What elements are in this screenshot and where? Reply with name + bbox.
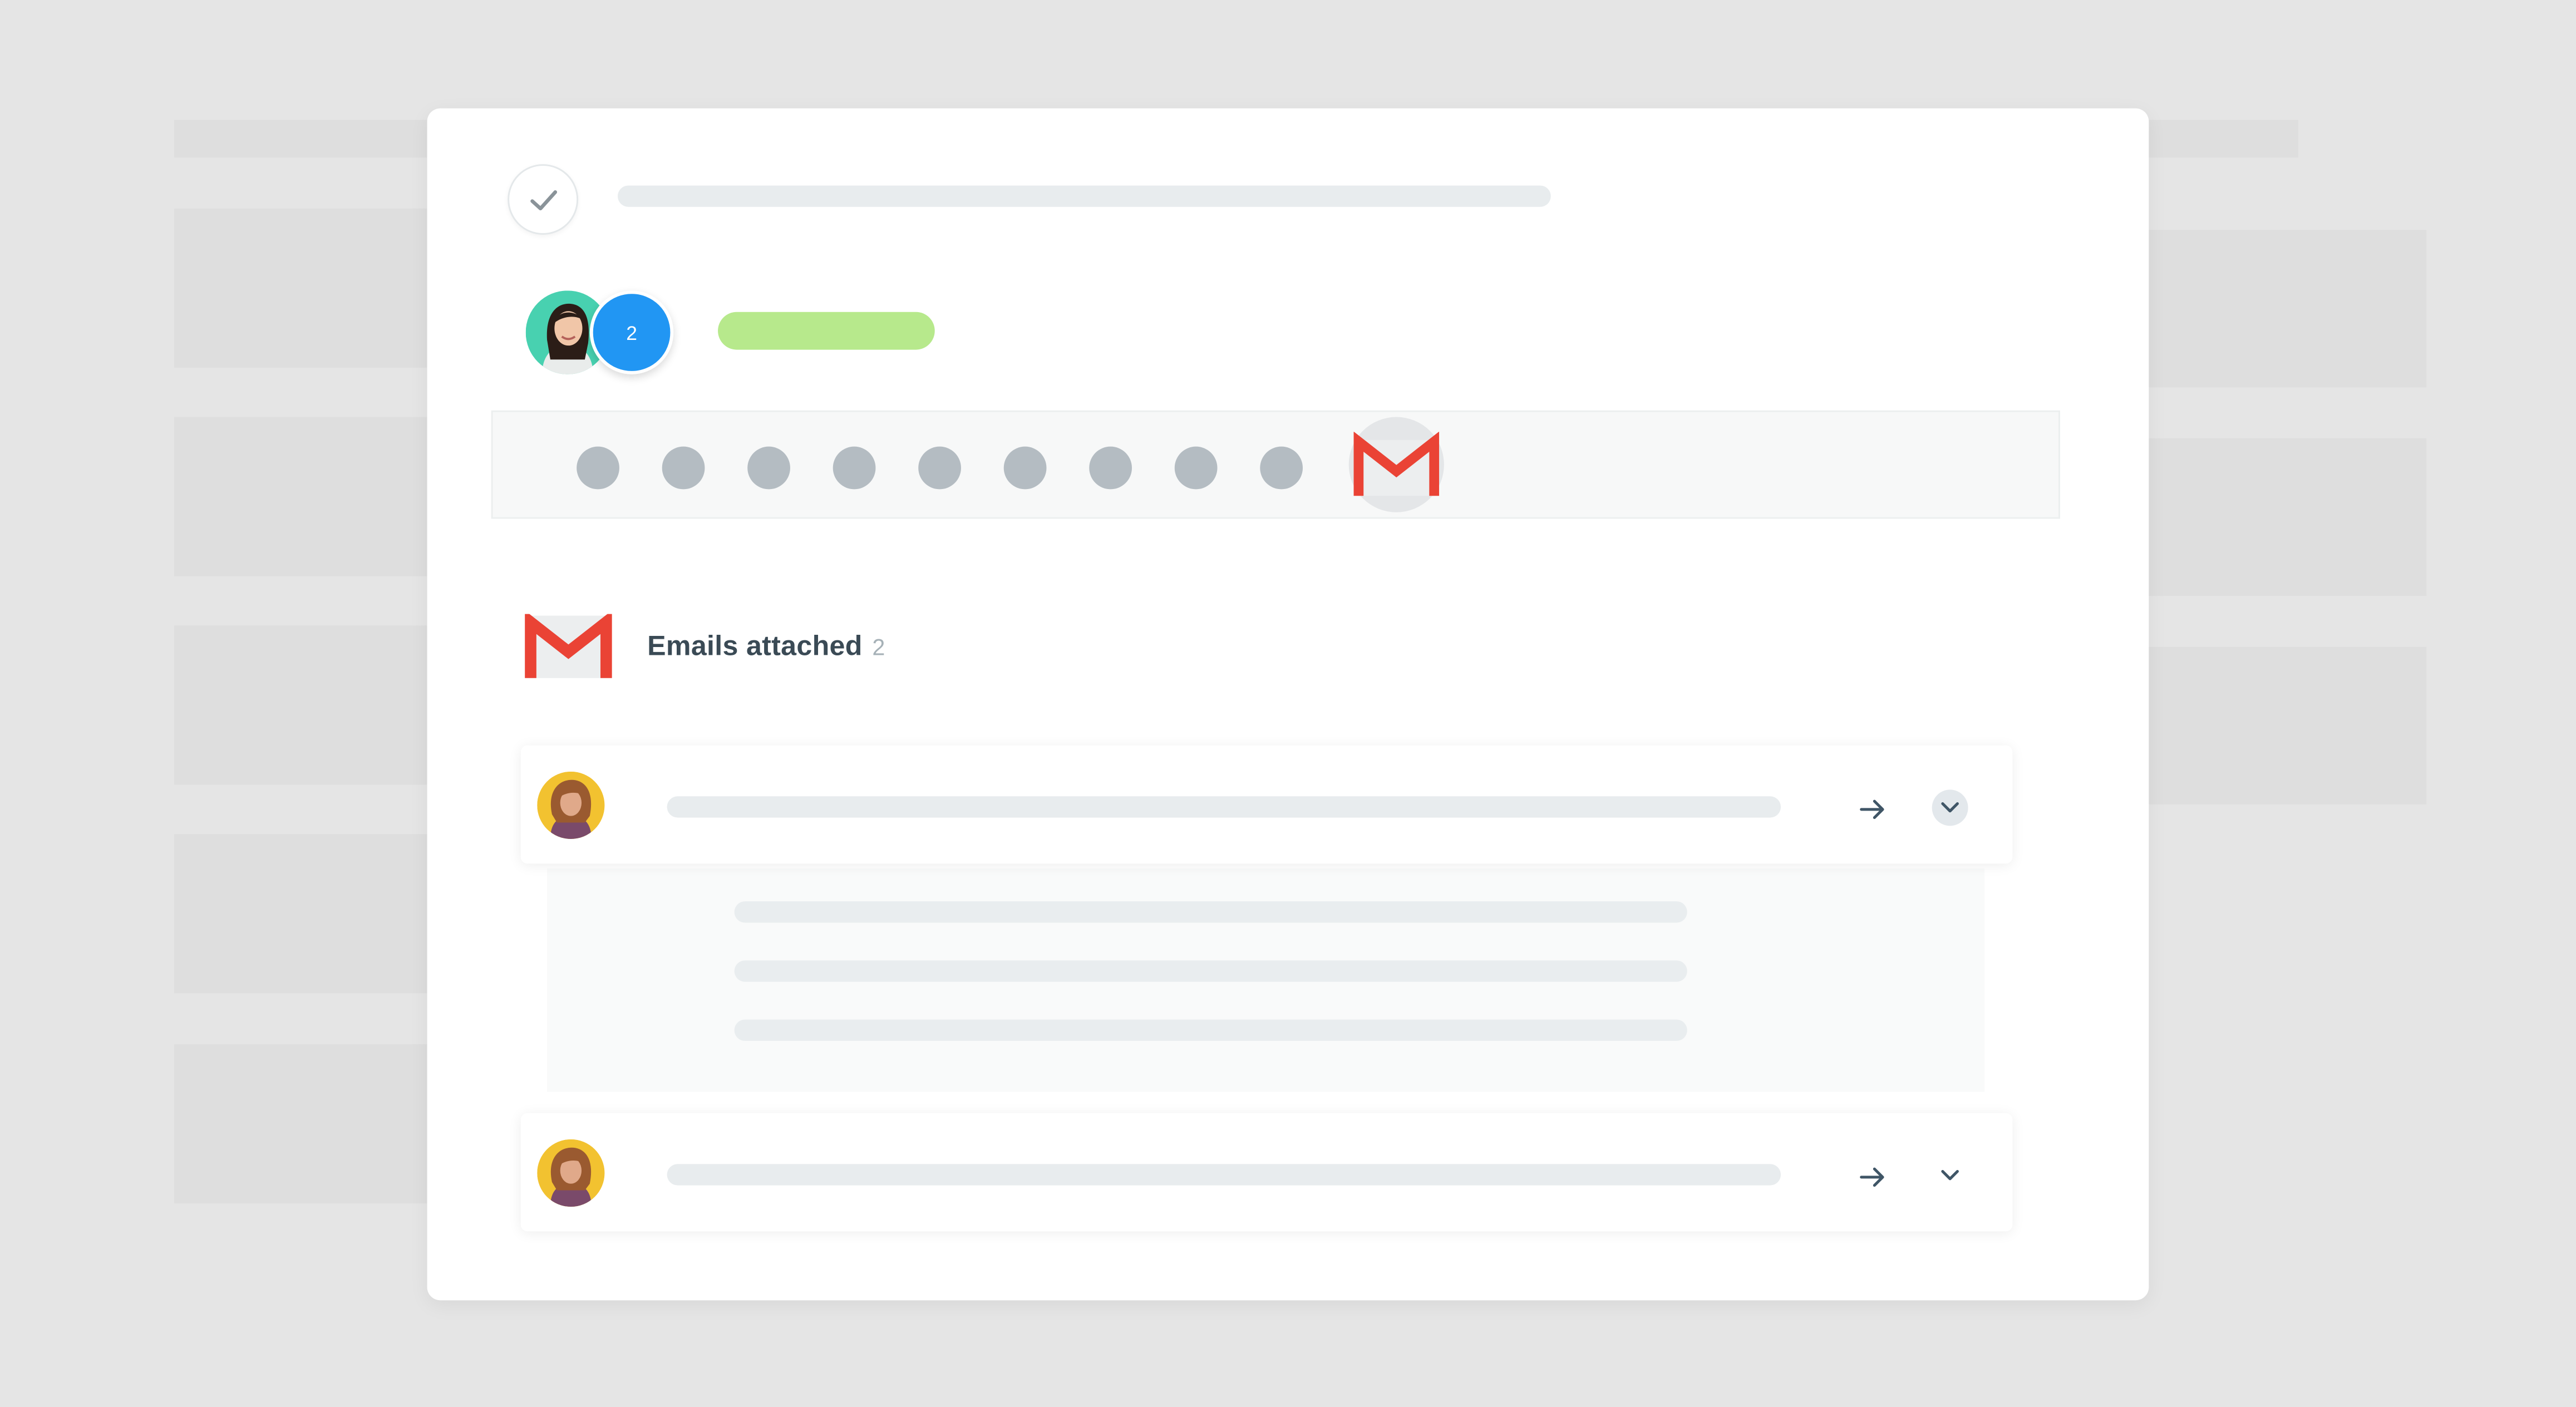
timeline-dot[interactable] (1003, 446, 1047, 490)
collapse-email-button[interactable] (1932, 789, 1968, 826)
extra-participants-count: 2 (626, 320, 637, 344)
chevron-down-icon (1941, 1170, 1959, 1181)
email-item[interactable] (520, 1113, 2013, 1232)
task-detail-card: 2 Emails attached 2 (427, 108, 2149, 1301)
open-email-button[interactable] (1855, 1159, 1891, 1195)
timeline-dot[interactable] (1174, 446, 1218, 490)
open-email-button[interactable] (1855, 791, 1891, 827)
status-pill-placeholder (718, 312, 935, 350)
timeline-gmail-item[interactable] (1348, 417, 1444, 512)
complete-task-button[interactable] (508, 164, 579, 235)
email-subject-placeholder (667, 796, 1781, 818)
background-row-left (174, 834, 437, 994)
email-body-line-placeholder (734, 960, 1687, 982)
timeline-dot[interactable] (577, 446, 619, 490)
sender-avatar (537, 1139, 605, 1207)
timeline-dot[interactable] (833, 446, 876, 490)
background-row-right (2135, 646, 2427, 804)
expand-email-button[interactable] (1932, 1157, 1968, 1193)
email-body-line-placeholder (734, 1019, 1687, 1041)
activity-timeline (491, 410, 2060, 519)
email-body-preview (547, 868, 1985, 1092)
email-body-line-placeholder (734, 901, 1687, 923)
chevron-down-icon (1941, 802, 1959, 813)
email-subject-placeholder (667, 1164, 1781, 1186)
timeline-dot[interactable] (1089, 446, 1132, 490)
arrow-right-icon (1860, 799, 1884, 819)
checkmark-icon (529, 189, 556, 210)
timeline-dot[interactable] (747, 446, 790, 490)
person-photo-icon (537, 771, 605, 839)
emails-attached-header: Emails attached 2 (524, 611, 885, 683)
background-row-left (174, 417, 437, 576)
gmail-icon (1353, 432, 1440, 496)
task-title-placeholder (617, 185, 1551, 207)
extra-participants-badge[interactable]: 2 (589, 290, 674, 374)
arrow-right-icon (1860, 1167, 1884, 1187)
emails-attached-count: 2 (872, 634, 885, 660)
background-row-right (2135, 438, 2427, 596)
background-row-right (2135, 230, 2427, 388)
gmail-icon (525, 614, 612, 678)
app-stage: 2 Emails attached 2 (0, 0, 2576, 1407)
person-photo-icon (537, 1139, 605, 1207)
email-item[interactable] (520, 745, 2013, 864)
emails-attached-title: Emails attached (647, 630, 863, 662)
timeline-dot[interactable] (918, 446, 961, 490)
sender-avatar (537, 771, 605, 839)
background-row-left (174, 1044, 437, 1204)
background-row-left (174, 625, 437, 785)
timeline-dot[interactable] (662, 446, 705, 490)
timeline-dot[interactable] (1260, 446, 1303, 490)
background-row-left (174, 208, 437, 368)
